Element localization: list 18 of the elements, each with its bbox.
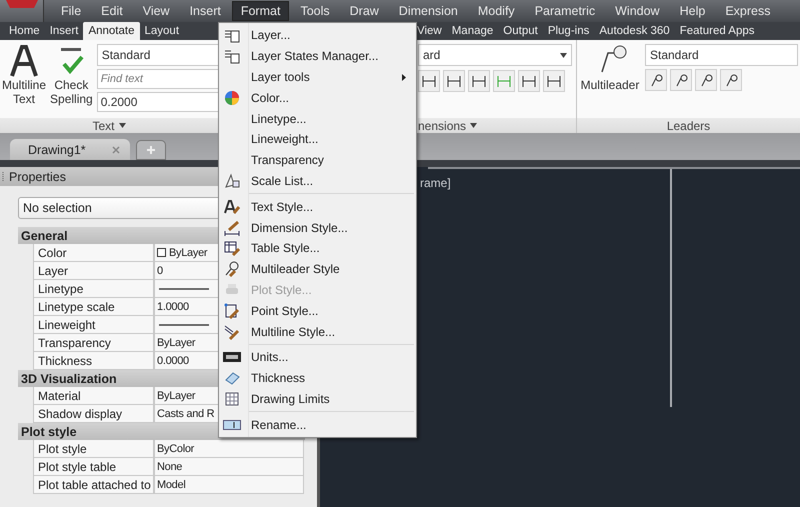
property-label: Linetype (33, 280, 154, 298)
value-text: ByLayer (169, 246, 208, 258)
panel-title: Leaders (666, 118, 710, 132)
property-label: Color (33, 244, 154, 262)
property-label: Plot style (33, 440, 154, 458)
viewport-label: rame] (420, 175, 452, 190)
panel-title: Properties (9, 170, 66, 184)
property-label: Material (33, 387, 154, 405)
property-label: Lineweight (33, 316, 154, 334)
property-label: Linetype scale (33, 298, 154, 316)
property-label: Plot table attached to (33, 476, 154, 494)
property-label: Thickness (33, 352, 154, 370)
panel-title: nensions (418, 118, 466, 132)
panel-title: Text (92, 118, 114, 132)
property-label: Plot style table (33, 458, 154, 476)
property-label: Layer (33, 262, 154, 280)
property-label: Transparency (33, 334, 154, 352)
property-label: Shadow display (33, 405, 154, 423)
